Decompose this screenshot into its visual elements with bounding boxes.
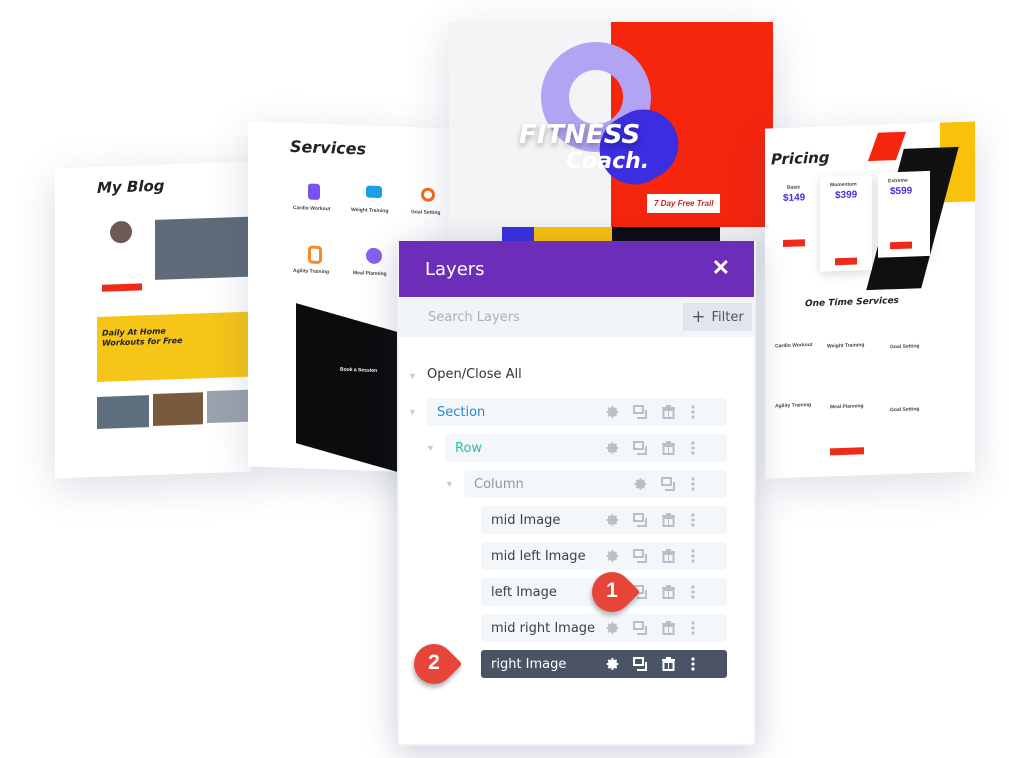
marker-2-label: 2 [428,651,440,674]
service-item: Weight Training [351,207,389,215]
gear-icon[interactable] [604,511,622,529]
trash-icon[interactable] [659,655,677,673]
trash-icon[interactable] [659,511,677,529]
service-item: Goal Setting [890,343,920,351]
duplicate-icon[interactable] [631,439,649,457]
duplicate-icon[interactable] [659,475,677,493]
caret-down-icon[interactable]: ▼ [408,371,417,381]
more-icon[interactable] [684,439,702,457]
layer-row[interactable]: mid right Image [481,614,727,642]
trash-icon[interactable] [659,547,677,565]
service-item: Cardio Workout [775,342,813,350]
filter-button[interactable]: + Filter [683,303,752,331]
plan-name: Extreme [888,177,908,185]
service-item: Weight Training [827,342,865,350]
hero-subtitle: Coach. [566,149,650,174]
service-item: Goal Setting [890,406,920,414]
trash-icon[interactable] [659,583,677,601]
gear-icon[interactable] [604,403,622,421]
gear-icon[interactable] [632,475,650,493]
gear-icon[interactable] [604,547,622,565]
layer-row[interactable]: Section [427,398,727,426]
service-item: Agility Training [775,402,812,410]
plan-price: $599 [890,185,913,198]
search-input[interactable] [399,297,679,337]
blog-preview-card: My Blog Daily At Home Workouts for Free [55,161,251,479]
more-icon[interactable] [684,619,702,637]
service-item: Agility Training [293,267,330,276]
layer-row[interactable]: right Image [481,650,727,678]
layer-label: Section [437,404,486,420]
panel-title: Layers [425,259,485,280]
duplicate-icon[interactable] [631,655,649,673]
more-icon[interactable] [684,583,702,601]
caret-down-icon[interactable]: ▼ [445,479,454,489]
form-title: Book a Session [340,366,378,374]
layer-row[interactable]: mid Image [481,506,727,534]
layer-row[interactable]: Column [464,470,727,498]
fitness-hero-card: FITNESS Coach. 7 Day Free Trail [449,22,773,242]
layers-header: Layers ✕ [399,241,754,297]
open-close-all[interactable]: Open/Close All [427,367,522,382]
gear-icon[interactable] [604,439,622,457]
plan-price: $399 [835,189,858,202]
gear-icon[interactable] [604,655,622,673]
blog-title: My Blog [97,176,165,197]
plus-icon: + [691,307,706,327]
plan-name: Basic [787,184,801,191]
caret-down-icon[interactable]: ▼ [408,407,417,417]
duplicate-icon[interactable] [631,403,649,421]
trash-icon[interactable] [659,619,677,637]
hero-title: FITNESS [519,120,641,150]
search-bar: + Filter [399,297,754,337]
close-icon[interactable]: ✕ [712,255,730,281]
trash-icon[interactable] [659,439,677,457]
blog-banner: Daily At Home Workouts for Free [102,326,183,348]
pricing-subtitle: One Time Services [805,295,899,310]
free-trial-button: 7 Day Free Trail [647,194,721,213]
duplicate-icon[interactable] [631,547,649,565]
marker-1-label: 1 [606,579,618,602]
gear-icon[interactable] [604,619,622,637]
more-icon[interactable] [684,475,702,493]
service-item: Meal Planning [353,270,387,278]
pricing-title: Pricing [771,148,830,169]
layer-row[interactable]: Row [445,434,727,462]
trash-icon[interactable] [659,403,677,421]
duplicate-icon[interactable] [631,511,649,529]
layer-row[interactable]: mid left Image [481,542,727,570]
service-item: Meal Planning [830,403,864,411]
caret-down-icon[interactable]: ▼ [426,443,435,453]
pricing-preview-card: Pricing Basic $149 Momentum $399 Extreme… [765,121,975,479]
more-icon[interactable] [684,655,702,673]
filter-label: Filter [711,309,744,325]
more-icon[interactable] [684,511,702,529]
plan-price: $149 [783,192,806,205]
plan-name: Momentum [830,181,857,189]
more-icon[interactable] [684,403,702,421]
service-item: Goal Setting [411,209,441,217]
duplicate-icon[interactable] [631,619,649,637]
services-title: Services [290,136,367,159]
service-item: Cardio Workout [293,204,331,213]
more-icon[interactable] [684,547,702,565]
